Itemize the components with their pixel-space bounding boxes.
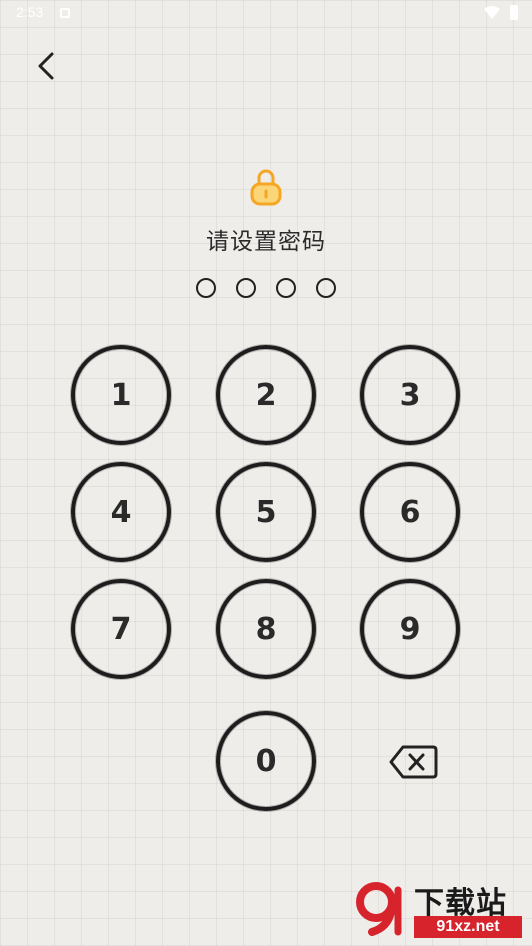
watermark-logo-icon <box>356 882 402 936</box>
page-title: 请设置密码 <box>206 229 326 255</box>
key-0[interactable]: 0 <box>216 711 316 811</box>
notification-icon <box>60 8 70 18</box>
key-label: 7 <box>110 611 132 647</box>
key-label: 0 <box>255 743 277 779</box>
passcode-dot <box>236 278 256 298</box>
key-label: 2 <box>255 377 277 413</box>
key-2[interactable]: 2 <box>216 345 316 445</box>
status-time: 2:53 <box>16 4 44 20</box>
backspace-button[interactable] <box>388 742 438 782</box>
key-label: 3 <box>399 377 421 413</box>
key-4[interactable]: 4 <box>71 462 171 562</box>
key-9[interactable]: 9 <box>360 579 460 679</box>
key-3[interactable]: 3 <box>360 345 460 445</box>
back-button[interactable] <box>30 46 66 86</box>
key-label: 4 <box>110 494 132 530</box>
backspace-icon <box>389 745 438 779</box>
key-label: 6 <box>399 494 421 530</box>
passcode-dot <box>196 278 216 298</box>
key-label: 9 <box>399 611 421 647</box>
battery-icon <box>510 5 518 20</box>
passcode-indicator <box>196 278 338 300</box>
key-6[interactable]: 6 <box>360 462 460 562</box>
key-label: 5 <box>255 494 277 530</box>
passcode-dot <box>316 278 336 298</box>
lock-icon <box>250 169 282 206</box>
key-1[interactable]: 1 <box>71 345 171 445</box>
status-bar: 2:53 <box>0 0 532 28</box>
passcode-dot <box>276 278 296 298</box>
key-5[interactable]: 5 <box>216 462 316 562</box>
key-label: 8 <box>255 611 277 647</box>
chevron-left-icon <box>38 52 54 80</box>
key-8[interactable]: 8 <box>216 579 316 679</box>
watermark-url: 91xz.net <box>414 916 522 938</box>
key-label: 1 <box>110 377 132 413</box>
wifi-icon <box>484 6 500 19</box>
watermark: 下载站 91xz.net <box>354 876 526 940</box>
key-7[interactable]: 7 <box>71 579 171 679</box>
